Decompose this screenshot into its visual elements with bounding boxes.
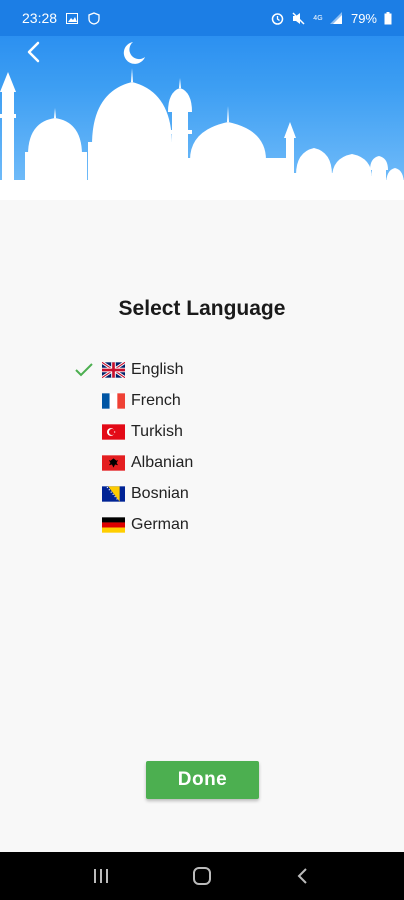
check-slot <box>74 484 102 504</box>
language-label: German <box>131 515 189 533</box>
check-slot <box>74 391 102 411</box>
recents-icon <box>93 869 108 883</box>
check-slot <box>74 422 102 442</box>
checkmark-icon <box>75 362 93 376</box>
mute-icon <box>292 11 306 25</box>
back-button[interactable] <box>20 38 48 66</box>
language-label: English <box>131 360 184 378</box>
language-item-bosnian[interactable]: Bosnian <box>74 478 334 509</box>
home-icon <box>192 867 211 885</box>
language-label: Turkish <box>131 422 183 440</box>
france-flag-icon <box>102 392 125 409</box>
page-title: Select Language <box>118 297 286 320</box>
language-label: Albanian <box>131 453 194 471</box>
back-icon <box>297 868 308 884</box>
turkey-flag-icon <box>102 423 125 440</box>
check-slot <box>74 360 102 380</box>
done-button[interactable]: Done <box>146 761 259 799</box>
check-slot <box>74 515 102 535</box>
chevron-left-icon <box>27 41 40 63</box>
nav-back-button[interactable] <box>283 856 323 896</box>
home-button[interactable] <box>182 856 222 896</box>
shield-icon <box>87 11 101 25</box>
system-nav-bar <box>0 852 404 900</box>
status-time: 23:28 <box>22 10 58 26</box>
albania-flag-icon <box>102 454 125 471</box>
image-icon <box>65 11 79 25</box>
4g-icon: 4G <box>313 14 323 22</box>
language-list: English French Turkish Albanian Bosnian … <box>74 354 334 540</box>
battery-level: 79% <box>350 10 377 26</box>
language-item-french[interactable]: French <box>74 385 334 416</box>
language-item-turkish[interactable]: Turkish <box>74 416 334 447</box>
germany-flag-icon <box>102 516 125 533</box>
recents-button[interactable] <box>81 856 121 896</box>
language-item-german[interactable]: German <box>74 509 334 540</box>
alarm-icon <box>271 11 285 25</box>
screen: 23:28 4G 79% Select Language English Fre… <box>0 0 404 900</box>
language-label: Bosnian <box>131 484 189 502</box>
uk-flag-icon <box>102 361 125 378</box>
bosnia-flag-icon <box>102 485 125 502</box>
mosque-skyline-icon <box>0 42 404 200</box>
signal-icon <box>330 11 344 25</box>
battery-icon <box>384 11 392 25</box>
check-slot <box>74 453 102 473</box>
status-bar: 23:28 4G 79% <box>0 0 404 36</box>
language-item-english[interactable]: English <box>74 354 334 385</box>
language-item-albanian[interactable]: Albanian <box>74 447 334 478</box>
language-label: French <box>131 391 181 409</box>
